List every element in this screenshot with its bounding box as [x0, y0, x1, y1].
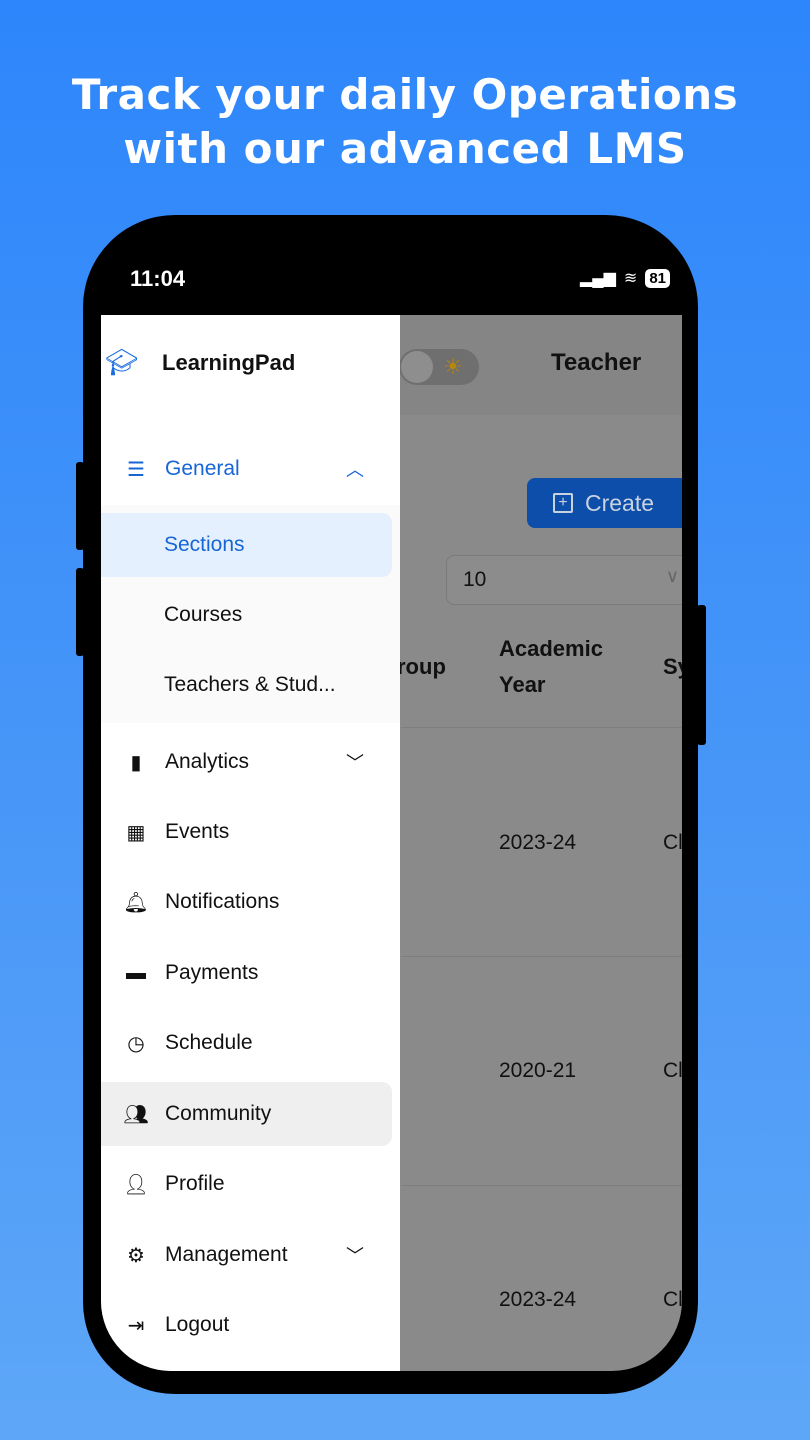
- create-button[interactable]: + Create: [527, 478, 682, 528]
- power-button: [697, 605, 706, 745]
- sun-icon: ☀: [443, 354, 463, 379]
- nav-label: Management: [165, 1243, 288, 1266]
- table-cell-year: 2023-24: [499, 831, 577, 854]
- volume-down-button: [76, 568, 84, 656]
- nav-label: Teachers & Stud...: [164, 673, 336, 696]
- nav-schedule[interactable]: ◷ Schedule: [101, 1011, 400, 1075]
- nav-notifications[interactable]: 🔔︎ Notifications: [101, 870, 400, 934]
- chevron-down-icon: ﹀: [346, 753, 364, 773]
- nav-sections[interactable]: Sections: [101, 513, 392, 577]
- brand: 🎓︎ General LearningPad: [105, 347, 295, 378]
- gears-icon: ⚙: [127, 1244, 145, 1267]
- users-icon: 👥︎: [123, 1103, 149, 1126]
- nav-label: Notifications: [165, 890, 280, 913]
- plus-square-icon: +: [553, 493, 573, 513]
- nav-label: Events: [165, 820, 230, 843]
- nav-label: General: [165, 457, 240, 480]
- nav-label: Payments: [165, 961, 259, 984]
- nav-label: Sections: [164, 533, 245, 556]
- table-cell: Cl: [663, 1059, 682, 1082]
- table-cell: Cl: [663, 1288, 682, 1311]
- nav-label: Community: [165, 1102, 272, 1125]
- page-size-value: 10: [463, 568, 487, 591]
- nav-teachers-students[interactable]: Teachers & Stud...: [101, 653, 400, 717]
- chevron-down-icon: ﹀: [346, 1246, 364, 1266]
- nav-label: Logout: [165, 1313, 230, 1336]
- page-size-select[interactable]: 10 ∨: [446, 555, 682, 605]
- create-label: Create: [585, 489, 655, 516]
- chevron-down-icon: ∨: [665, 566, 679, 586]
- status-time: 11:04: [130, 266, 186, 291]
- calendar-icon: ▦: [126, 821, 146, 844]
- nav-label: Profile: [165, 1172, 225, 1195]
- nav-logout[interactable]: ⇥ Logout: [101, 1293, 400, 1357]
- nav-payments[interactable]: ▬ Payments: [101, 941, 400, 1005]
- nav-label: Schedule: [165, 1031, 253, 1054]
- status-icons: ▂▄▆ ≋ 81: [580, 268, 670, 288]
- nav-label: Analytics: [165, 750, 250, 773]
- graduation-cap-icon: 🎓︎: [105, 347, 139, 377]
- divider: [401, 956, 682, 957]
- nav-community[interactable]: 👥︎ Community: [101, 1082, 392, 1146]
- nav-profile[interactable]: 👤︎ Profile: [101, 1152, 400, 1216]
- headline-line-2: with our advanced LMS: [123, 124, 687, 173]
- nav-label: Courses: [164, 603, 243, 626]
- role-label: Teacher: [551, 349, 642, 376]
- credit-card-icon: ▬: [126, 961, 146, 984]
- bell-icon: 🔔︎: [123, 891, 149, 914]
- volume-up-button: [76, 462, 84, 550]
- logout-icon: ⇥: [127, 1314, 145, 1337]
- brand-name: LearningPad: [162, 349, 296, 375]
- nav-general[interactable]: ☰ General ︿: [101, 437, 400, 501]
- clock-icon: ◷: [127, 1032, 145, 1055]
- column-header-sy[interactable]: Sy: [663, 649, 682, 685]
- divider: [401, 727, 682, 728]
- bar-chart-icon: ▮: [130, 751, 142, 774]
- signal-icon: ▂▄▆: [579, 270, 616, 287]
- user-icon: 👤︎: [123, 1173, 149, 1196]
- headline-line-1: Track your daily Operations: [71, 70, 739, 119]
- table-cell-year: 2020-21: [499, 1059, 577, 1082]
- chevron-up-icon: ︿: [346, 460, 364, 480]
- nav-management[interactable]: ⚙ Management ﹀: [101, 1223, 400, 1287]
- table-cell: Cl: [663, 831, 682, 854]
- nav-events[interactable]: ▦ Events: [101, 800, 400, 864]
- screen: ☀ Teacher + Create 10 ∨ roup Academic Year…: [101, 315, 682, 1371]
- theme-toggle[interactable]: ☀: [399, 349, 479, 385]
- divider: [401, 1185, 682, 1186]
- list-icon: ☰: [127, 458, 145, 481]
- nav-analytics[interactable]: ▮ Analytics ﹀: [101, 730, 400, 794]
- nav-drawer: 🎓︎ General LearningPad ☰ General ︿ Section…: [101, 315, 400, 1371]
- column-header-academic-year[interactable]: Academic Year: [499, 631, 619, 703]
- headline: Track your daily Operations with our adv…: [0, 68, 810, 176]
- nav-courses[interactable]: Courses: [101, 583, 400, 647]
- table-cell-year: 2023-24: [499, 1288, 577, 1311]
- battery-icon: 81: [645, 268, 670, 288]
- column-header-group[interactable]: roup: [397, 649, 446, 685]
- wifi-icon: ≋: [623, 270, 638, 287]
